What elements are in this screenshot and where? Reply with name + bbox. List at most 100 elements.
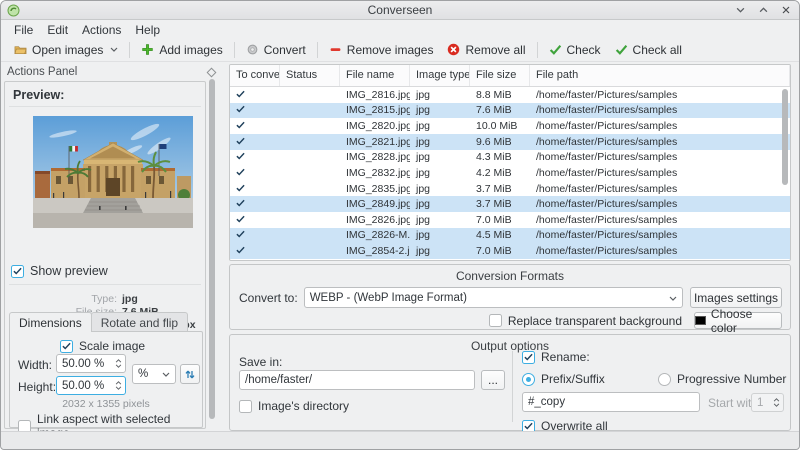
open-folder-icon — [14, 43, 27, 56]
table-scrollbar[interactable] — [781, 88, 789, 259]
row-check-icon[interactable] — [230, 183, 280, 195]
rename-pattern-input[interactable]: #_copy — [522, 392, 700, 412]
header-file-size[interactable]: File size — [470, 65, 530, 86]
row-file-name: IMG_2849.jpg — [346, 198, 410, 211]
header-image-type[interactable]: Image type — [410, 65, 470, 86]
row-file-size: 9.6 MiB — [476, 135, 512, 148]
menu-actions[interactable]: Actions — [75, 22, 128, 38]
row-file-name: IMG_2826-M... — [346, 229, 410, 242]
table-row[interactable]: IMG_2816.jpg jpg 8.8 MiB /home/faster/Pi… — [230, 87, 790, 103]
row-file-name: IMG_2816.jpg — [346, 88, 410, 101]
row-check-icon[interactable] — [230, 214, 280, 226]
row-check-icon[interactable] — [230, 151, 280, 163]
table-row[interactable]: IMG_2821.jpg jpg 9.6 MiB /home/faster/Pi… — [230, 133, 790, 150]
show-preview-checkbox[interactable] — [11, 264, 24, 278]
table-row[interactable]: IMG_2826-M... jpg 4.5 MiB /home/faster/P… — [230, 227, 790, 244]
row-check-icon[interactable] — [230, 229, 280, 241]
table-row[interactable]: IMG_2828.jpg jpg 4.3 MiB /home/faster/Pi… — [230, 150, 790, 166]
choose-color-button[interactable]: Choose color — [694, 307, 782, 335]
row-file-path: /home/faster/Pictures/samples — [536, 229, 678, 242]
row-check-icon[interactable] — [230, 120, 280, 132]
rename-label: Rename: — [541, 350, 590, 364]
add-plus-icon — [141, 43, 154, 56]
row-image-type: jpg — [416, 198, 431, 211]
row-check-icon[interactable] — [230, 198, 280, 210]
table-row[interactable]: IMG_2835.jpg jpg 3.7 MiB /home/faster/Pi… — [230, 181, 790, 197]
row-check-icon[interactable] — [230, 104, 280, 116]
table-scrollbar-thumb[interactable] — [782, 89, 788, 185]
row-file-name: IMG_2832.jpg — [346, 166, 410, 179]
float-panel-icon[interactable] — [206, 67, 217, 77]
panel-scrollbar-thumb[interactable] — [209, 79, 215, 419]
minimize-icon[interactable] — [733, 3, 747, 17]
replace-transparent-checkbox[interactable] — [488, 314, 502, 327]
unit-value: % — [138, 368, 149, 380]
unit-dropdown[interactable]: % — [132, 364, 176, 384]
tab-rotate-flip[interactable]: Rotate and flip — [90, 312, 189, 332]
table-row[interactable]: IMG_2854-2.j... jpg 7.0 MiB /home/faster… — [230, 243, 790, 259]
row-file-size: 7.0 MiB — [476, 213, 512, 226]
check-all-button[interactable]: Check all — [608, 41, 689, 59]
row-check-icon[interactable] — [230, 245, 280, 257]
scale-image-label: Scale image — [79, 339, 146, 353]
reset-dimensions-button[interactable] — [180, 364, 200, 384]
format-dropdown[interactable]: WEBP - (WebP Image Format) — [303, 287, 683, 308]
open-images-button[interactable]: Open images — [7, 41, 125, 59]
add-images-button[interactable]: Add images — [134, 41, 229, 59]
save-in-label: Save in: — [239, 355, 283, 369]
row-file-path: /home/faster/Pictures/samples — [536, 198, 678, 211]
row-check-icon[interactable] — [230, 89, 280, 101]
menu-help[interactable]: Help — [128, 22, 167, 38]
row-image-type: jpg — [416, 213, 431, 226]
images-directory-checkbox[interactable] — [239, 399, 252, 413]
progressive-number-radio[interactable] — [658, 372, 671, 386]
prefix-suffix-radio[interactable] — [522, 372, 535, 386]
remove-minus-icon — [329, 43, 342, 56]
rename-pattern-value: #_copy — [528, 396, 566, 408]
browse-button[interactable]: ... — [481, 370, 505, 390]
height-label: Height: — [18, 380, 57, 394]
close-icon[interactable] — [779, 3, 793, 17]
row-image-type: jpg — [416, 135, 431, 148]
header-file-name[interactable]: File name — [340, 65, 410, 86]
tab-dimensions[interactable]: Dimensions — [9, 312, 92, 332]
table-row[interactable]: IMG_2826.jpg jpg 7.0 MiB /home/faster/Pi… — [230, 212, 790, 228]
check-button[interactable]: Check — [542, 41, 608, 59]
spinner-arrows-icon[interactable] — [111, 359, 125, 368]
table-row[interactable]: IMG_2849.jpg jpg 3.7 MiB /home/faster/Pi… — [230, 196, 790, 212]
header-file-path[interactable]: File path — [530, 65, 790, 86]
row-file-size: 4.3 MiB — [476, 151, 512, 164]
start-with-value: 1 — [757, 396, 764, 409]
menu-file[interactable]: File — [7, 22, 40, 38]
images-settings-button[interactable]: Images settings — [690, 287, 782, 308]
table-row[interactable]: IMG_2815.jpg jpg 7.6 MiB /home/faster/Pi… — [230, 102, 790, 119]
table-row[interactable]: IMG_2820.jpg jpg 10.0 MiB /home/faster/P… — [230, 118, 790, 134]
maximize-icon[interactable] — [756, 3, 770, 17]
choose-color-label: Choose color — [710, 306, 753, 335]
rename-checkbox[interactable] — [522, 350, 535, 364]
row-file-path: /home/faster/Pictures/samples — [536, 104, 678, 117]
row-check-icon[interactable] — [230, 136, 280, 148]
panel-scrollbar[interactable] — [208, 77, 216, 425]
save-in-input[interactable]: /home/faster/ — [239, 370, 475, 390]
dimensions-tab-panel: Scale image Width: 50.00 % Height: 50.00… — [9, 331, 203, 440]
height-spinner[interactable]: 50.00 % — [56, 376, 126, 395]
width-spinner[interactable]: 50.00 % — [56, 354, 126, 373]
spinner-arrows-icon[interactable] — [111, 381, 125, 390]
save-in-value: /home/faster/ — [245, 374, 313, 386]
remove-images-button[interactable]: Remove images — [322, 41, 441, 59]
start-with-spinner[interactable]: 1 — [751, 393, 784, 412]
header-to-convert[interactable]: To convert — [230, 65, 280, 86]
titlebar[interactable]: Converseen — [1, 1, 799, 20]
convert-button[interactable]: Convert — [239, 41, 313, 59]
spinner-arrows-icon[interactable] — [769, 398, 783, 407]
remove-all-button[interactable]: Remove all — [440, 41, 532, 59]
row-file-size: 3.7 MiB — [476, 182, 512, 195]
row-file-name: IMG_2820.jpg — [346, 120, 410, 133]
scale-image-checkbox[interactable] — [60, 339, 73, 353]
row-check-icon[interactable] — [230, 167, 280, 179]
menu-edit[interactable]: Edit — [40, 22, 75, 38]
header-status[interactable]: Status — [280, 65, 340, 86]
table-row[interactable]: IMG_2832.jpg jpg 4.2 MiB /home/faster/Pi… — [230, 165, 790, 181]
toolbar-separator — [233, 41, 235, 58]
